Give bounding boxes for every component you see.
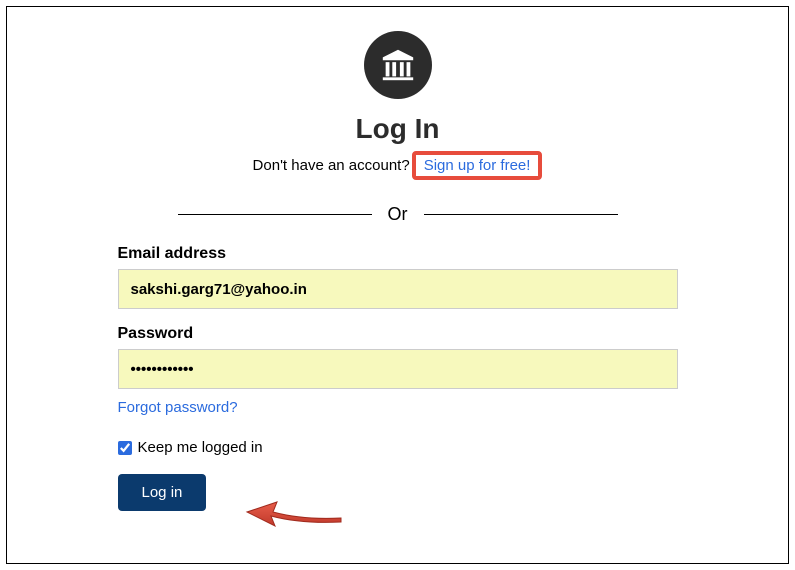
page-title: Log In bbox=[356, 113, 440, 145]
keep-logged-in-label: Keep me logged in bbox=[138, 439, 263, 456]
signup-link[interactable]: Sign up for free! bbox=[420, 155, 535, 176]
or-divider: Or bbox=[178, 204, 618, 225]
subtitle-text: Don't have an account? bbox=[253, 157, 410, 174]
email-label: Email address bbox=[118, 245, 678, 263]
forgot-password-link[interactable]: Forgot password? bbox=[118, 399, 238, 416]
password-label: Password bbox=[118, 325, 678, 343]
login-form: Email address Password Forgot password? … bbox=[118, 245, 678, 511]
login-content: Log In Don't have an account? Sign up fo… bbox=[7, 7, 788, 563]
divider-line-right bbox=[424, 214, 618, 215]
subtitle-row: Don't have an account? Sign up for free! bbox=[253, 151, 543, 180]
archive-logo bbox=[364, 31, 432, 99]
email-field[interactable] bbox=[118, 269, 678, 309]
divider-line-left bbox=[178, 214, 372, 215]
window-border: Log In Don't have an account? Sign up fo… bbox=[6, 6, 789, 564]
login-button[interactable]: Log in bbox=[118, 474, 207, 511]
keep-logged-in-checkbox[interactable] bbox=[118, 441, 132, 455]
signup-highlight-box: Sign up for free! bbox=[412, 151, 543, 180]
keep-logged-in-row: Keep me logged in bbox=[118, 439, 678, 456]
archive-building-icon bbox=[379, 46, 417, 84]
or-text: Or bbox=[388, 204, 408, 225]
password-field[interactable] bbox=[118, 349, 678, 389]
